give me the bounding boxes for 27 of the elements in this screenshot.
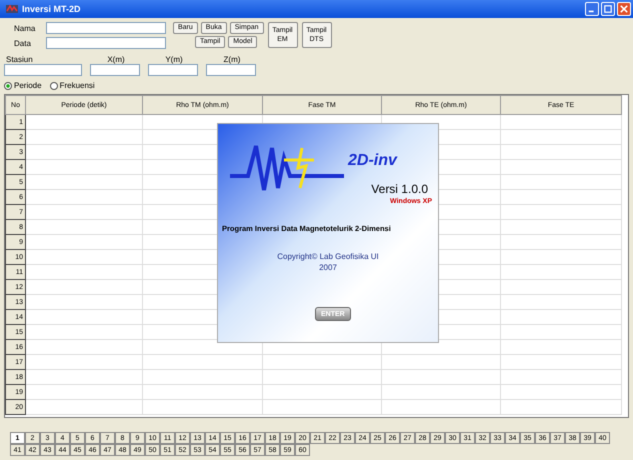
copyright-text: Copyright© Lab Geofisika UI	[276, 252, 380, 261]
close-icon	[620, 5, 628, 13]
coordinate-field[interactable]	[4, 64, 82, 76]
radio-button[interactable]	[50, 82, 58, 90]
radio-button[interactable]	[4, 82, 12, 90]
coordinate-field[interactable]	[148, 64, 198, 76]
app-icon	[6, 3, 18, 15]
field-label: Stasiun	[5, 55, 34, 64]
year-text: 2007	[318, 263, 338, 272]
version-text: Versi 1.0.0	[371, 182, 428, 196]
maximize-button[interactable]	[601, 2, 615, 16]
field-label: X(m)	[106, 55, 126, 64]
name-label: Nama	[13, 24, 36, 32]
radio-option[interactable]: Periode	[4, 81, 42, 90]
logo-text: 2D-inv	[348, 152, 397, 170]
field-label: Y(m)	[164, 55, 184, 64]
maximize-icon	[604, 5, 612, 13]
data-field[interactable]	[46, 37, 166, 49]
name-field[interactable]	[46, 22, 166, 34]
radio-option[interactable]: Frekuensi	[50, 81, 95, 90]
coordinate-field[interactable]	[206, 64, 256, 76]
window-title: Inversi MT-2D	[22, 4, 82, 14]
data-label: Data	[13, 38, 32, 48]
close-button[interactable]	[617, 2, 631, 16]
coordinate-field[interactable]	[90, 64, 140, 76]
minimize-button[interactable]	[585, 2, 599, 16]
field-label: Z(m)	[222, 55, 242, 64]
